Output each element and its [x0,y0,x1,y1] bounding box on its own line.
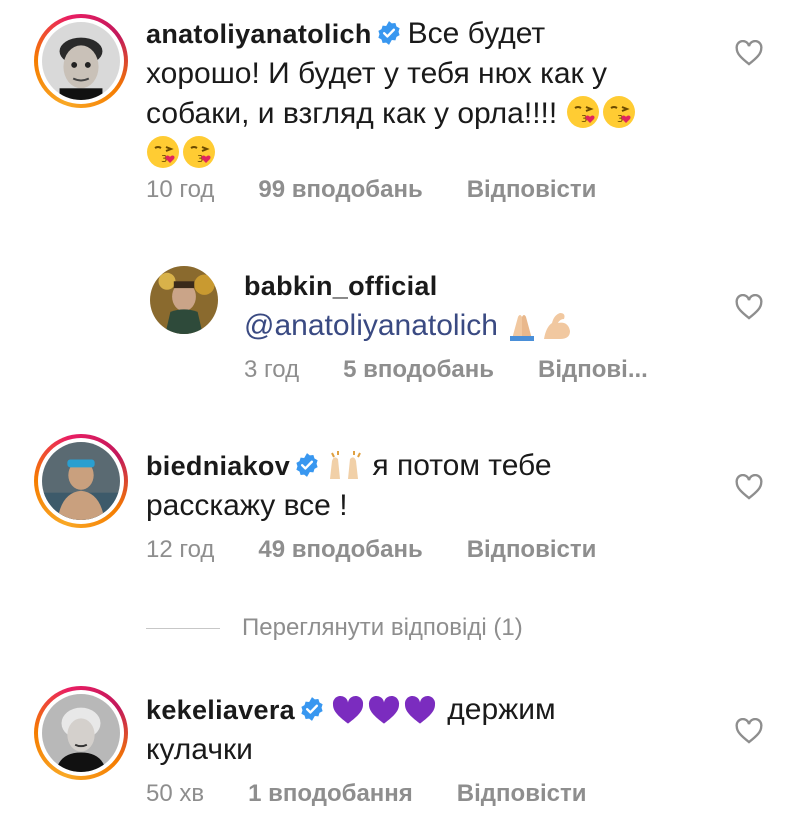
comments-panel: anatoliyanatolich Все будет хорошо! И буд… [0,0,810,837]
comment-meta: 10 год 99 вподобань Відповісти [146,176,596,204]
purple-heart-icon [404,695,436,724]
avatar [42,22,120,100]
comment-text: держим [447,693,556,726]
comment-meta: 12 год 49 вподобань Відповісти [146,536,596,564]
like-heart-icon[interactable] [735,40,763,66]
verified-badge-icon [301,697,323,721]
reply-button[interactable]: Відпові... [538,356,648,384]
avatar-ring[interactable] [34,686,128,780]
like-heart-icon[interactable] [735,474,763,500]
purple-heart-icon [332,695,364,724]
avatar-ring[interactable] [34,14,128,108]
likes-count[interactable]: 5 вподобань [343,356,494,384]
kissing-face-icon: 3 [602,96,635,128]
flexed-biceps-icon [544,313,571,339]
comment-text: я потом тебе [372,449,552,482]
comment-text: Все будет [407,17,546,50]
comment-text: хорошо! И будет у тебя нюх как у [146,57,608,90]
comment-username[interactable]: kekeliavera [146,695,295,725]
comment-text: собаки, и взгляд как у орла!!!! [146,97,558,130]
avatar [42,694,120,772]
raising-hands-icon [330,451,361,479]
svg-text:3: 3 [161,154,167,165]
avatar [42,442,120,520]
like-heart-icon[interactable] [735,718,763,744]
purple-heart-icon [368,695,400,724]
reply-button[interactable]: Відповісти [467,536,597,564]
svg-text:3: 3 [581,114,587,125]
avatar-ring[interactable] [148,264,220,336]
mention-link[interactable]: @anatoliyanatolich [244,309,498,342]
comment-username[interactable]: babkin_official [244,271,438,301]
reply-button[interactable]: Відповісти [457,780,587,808]
comment-text: кулачки [146,733,253,766]
verified-badge-icon [378,21,400,45]
comment-time: 12 год [146,536,215,563]
svg-text:3: 3 [197,154,203,165]
svg-text:3: 3 [617,114,623,125]
like-heart-icon[interactable] [735,294,763,320]
comment-time: 10 год [146,176,215,203]
view-replies-button[interactable]: Переглянути відповіді (1) [146,614,523,642]
kissing-face-icon: 3 [566,96,599,128]
verified-badge-icon [296,453,318,477]
avatar-ring[interactable] [34,434,128,528]
comment-time: 50 хв [146,780,205,807]
comment-time: 3 год [244,356,300,383]
likes-count[interactable]: 1 вподобання [248,780,413,808]
avatar [150,266,218,334]
likes-count[interactable]: 49 вподобань [258,536,422,564]
comment-meta: 3 год 5 вподобань Відпові... [244,356,648,384]
comment-username[interactable]: anatoliyanatolich [146,19,372,49]
comment-meta: 50 хв 1 вподобання Відповісти [146,780,586,808]
divider [146,627,220,629]
view-replies-label: Переглянути відповіді (1) [242,614,523,641]
reply-button[interactable]: Відповісти [467,176,597,204]
kissing-face-icon: 3 [147,136,179,168]
folded-hands-icon [510,315,535,341]
comment-text: расскажу все ! [146,489,348,522]
comment-username[interactable]: biedniakov [146,451,290,481]
kissing-face-icon: 3 [183,136,215,168]
likes-count[interactable]: 99 вподобань [258,176,422,204]
